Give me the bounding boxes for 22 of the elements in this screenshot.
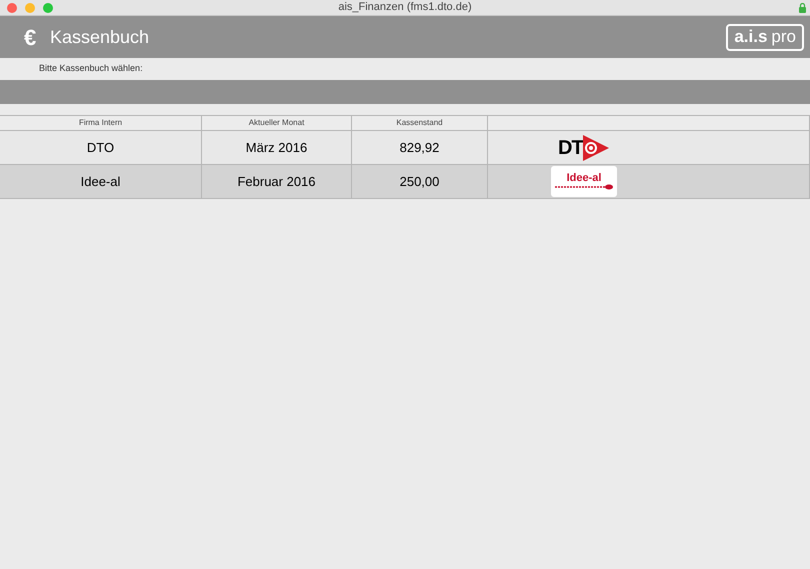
- table-cell-text: 829,92: [400, 138, 440, 157]
- window-title: ais_Finanzen (fms1.dto.de): [338, 0, 472, 16]
- table-cell-text: 250,00: [400, 172, 440, 191]
- table-row[interactable]: Idee-al Februar 2016 250,00 Idee-al: [0, 165, 810, 199]
- page-title: Kassenbuch: [50, 26, 150, 48]
- close-button[interactable]: [7, 3, 17, 13]
- minimize-button[interactable]: [25, 3, 35, 13]
- company-logo: DT: [551, 134, 609, 160]
- table-cell-text: März 2016: [246, 138, 308, 157]
- table-row[interactable]: DTO März 2016 829,92 DT: [0, 131, 810, 165]
- zoom-button[interactable]: [43, 3, 53, 13]
- column-header: Firma Intern: [0, 116, 202, 130]
- table-cell-text: DTO: [86, 138, 114, 157]
- prompt-label: Bitte Kassenbuch wählen:: [38, 62, 144, 76]
- lock-icon: [799, 3, 806, 13]
- column-header: Kassenstand: [352, 116, 488, 130]
- company-logo: Idee-al: [551, 166, 617, 197]
- euro-icon: €: [24, 20, 50, 54]
- brand-logo: a.i.s pro: [726, 24, 804, 50]
- table-cell-text: Idee-al: [80, 172, 120, 191]
- column-header: Aktueller Monat: [202, 116, 352, 130]
- table-cell-text: Februar 2016: [237, 172, 316, 191]
